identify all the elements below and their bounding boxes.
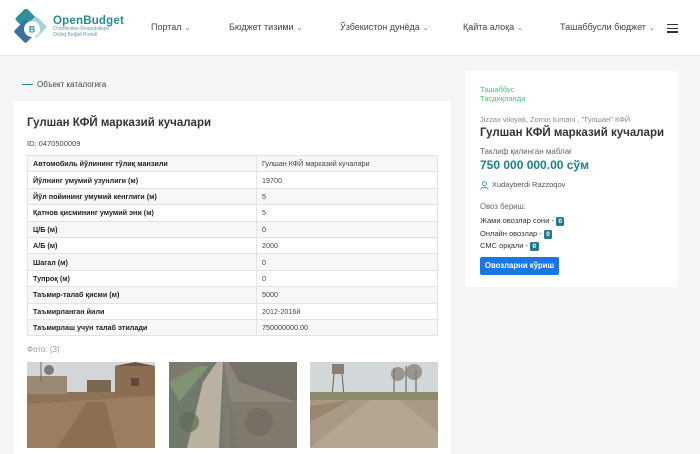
attr-key: А/Б (м) xyxy=(27,236,257,255)
breadcrumb-label: Объект каталогига xyxy=(37,80,107,89)
vote-row-online: Онлайн овозлар -0 xyxy=(480,229,553,239)
attr-key: Тупроқ (м) xyxy=(27,269,257,288)
table-row: Йўл пойининг умумий кенглиги (м) 5 xyxy=(27,187,438,206)
vote-label: СМС орқали - xyxy=(480,241,529,250)
vote-label: Онлайн овозлар - xyxy=(480,229,542,238)
nav-label: Ташаббусли бюджет xyxy=(560,22,646,32)
location-text: Jizzax viloyati, Zomin tumani , "Гулшан"… xyxy=(480,115,631,124)
amount-label: Таклиф қилинган маблағ xyxy=(480,147,573,156)
vote-row-total: Жами овозлар сони -0 xyxy=(480,216,565,226)
brand[interactable]: OpenBudget O'zbekiston Respublikasi Ochi… xyxy=(53,15,124,38)
attr-key: Автомобиль йўлининг тўлиқ манзили xyxy=(27,154,257,173)
chevron-down-icon: ⌄ xyxy=(648,25,655,32)
initiative-title: Гулшан КФЙ марказий кучалари xyxy=(480,127,665,139)
status-line-2: Тасдиқланди xyxy=(480,94,526,103)
status-line-1: Ташаббус xyxy=(480,85,515,94)
attr-key: Ц/Б (м) xyxy=(27,220,257,238)
table-row: Тупроқ (м) 0 xyxy=(27,269,438,288)
attr-value: 5 xyxy=(256,187,438,206)
attr-value: 750000000.00 xyxy=(256,318,438,337)
attr-key: Қатнов қисмининг умумий эни (м) xyxy=(27,204,257,222)
vote-row-sms: СМС орқали -0 xyxy=(480,241,539,251)
attr-value: Гулшан КФЙ марказий кучалари xyxy=(256,154,438,173)
author-name: Xudayberdi Razzoqov xyxy=(492,180,566,189)
chevron-down-icon: ⌄ xyxy=(184,25,191,32)
table-row: Таъмирланган йили 2012-2016й xyxy=(27,302,438,320)
chevron-down-icon: ⌄ xyxy=(296,25,303,32)
object-title: Гулшан КФЙ марказий кучалари xyxy=(27,117,212,129)
photo-thumbnail-1[interactable] xyxy=(27,362,155,448)
amount-value: 750 000 000.00 сўм xyxy=(480,158,589,172)
initiative-summary-card: Ташаббус Тасдиқланди Jizzax viloyati, Zo… xyxy=(465,71,678,287)
photo-thumbnail-2[interactable] xyxy=(169,362,297,448)
breadcrumb-line xyxy=(22,84,33,86)
table-row: Таъмир-талаб қисми (м) 5000 xyxy=(27,286,438,304)
view-votes-button[interactable]: Овозларни кўриш xyxy=(480,257,559,275)
nav-label: Портал xyxy=(151,22,182,32)
table-row: Қатнов қисмининг умумий эни (м) 5 xyxy=(27,204,438,222)
attr-key: Таъмир-талаб қисми (м) xyxy=(27,286,257,304)
attr-key: Таъмирлаш учун талаб этилади xyxy=(27,318,257,337)
table-row: Таъмирлаш учун талаб этилади 750000000.00 xyxy=(27,318,438,337)
chevron-down-icon: ⌄ xyxy=(517,25,523,32)
breadcrumb[interactable]: Объект каталогига xyxy=(22,80,106,89)
nav-uzbekistan-world[interactable]: Ўзбекистон дунёда ⌄ xyxy=(340,22,429,32)
object-card: Гулшан КФЙ марказий кучалари ID: 0470500… xyxy=(14,101,451,454)
photos-label: Фото: (3) xyxy=(27,345,60,354)
photo-thumbnail-3[interactable] xyxy=(310,362,438,448)
attr-key: Шагал (м) xyxy=(27,253,257,271)
attr-value: 2012-2016й xyxy=(256,302,438,320)
top-header: B OpenBudget O'zbekiston Respublikasi Oc… xyxy=(0,0,700,56)
attr-value: 0 xyxy=(256,269,438,288)
nav-label: Бюджет тизими xyxy=(229,22,294,32)
attr-value: 5000 xyxy=(256,286,438,304)
attr-value: 0 xyxy=(256,220,438,238)
nav-label: Ўзбекистон дунёда xyxy=(340,22,420,32)
status-badge: Ташаббус Тасдиқланди xyxy=(480,85,525,103)
object-id: ID: 0470500009 xyxy=(27,139,81,148)
table-row: Шагал (м) 0 xyxy=(27,253,438,271)
vote-label: Жами овозлар сони - xyxy=(480,216,554,225)
openbudget-logo-icon[interactable]: B xyxy=(12,9,50,47)
attr-key: Йўлнинг умумий узунлиги (м) xyxy=(27,171,257,189)
vote-count-badge: 0 xyxy=(555,217,565,226)
nav-feedback[interactable]: Қайта алоқа ⌄ xyxy=(463,22,523,32)
menu-icon[interactable] xyxy=(667,24,678,35)
table-row: А/Б (м) 2000 xyxy=(27,236,438,255)
vote-count-badge: 0 xyxy=(543,230,553,239)
attributes-table: Автомобиль йўлининг тўлиқ манзили Гулшан … xyxy=(27,154,438,337)
user-icon xyxy=(480,180,489,190)
chevron-down-icon: ⌄ xyxy=(422,25,429,32)
attr-value: 0 xyxy=(256,253,438,271)
author: Xudayberdi Razzoqov xyxy=(480,180,565,190)
votes-title: Овоз бериш: xyxy=(480,202,526,211)
attr-value: 5 xyxy=(256,204,438,222)
nav-portal[interactable]: Портал ⌄ xyxy=(151,22,190,32)
table-row: Йўлнинг умумий узунлиги (м) 19700 xyxy=(27,171,438,189)
nav-label: Қайта алоқа xyxy=(463,22,515,32)
table-row: Автомобиль йўлининг тўлиқ манзили Гулшан … xyxy=(27,154,438,173)
brand-subtitle-2: Ochiq Budjet Portali xyxy=(53,31,98,38)
vote-count-badge: 0 xyxy=(530,242,539,251)
attr-value: 19700 xyxy=(256,171,438,189)
svg-text:B: B xyxy=(29,25,36,35)
attr-key: Йўл пойининг умумий кенглиги (м) xyxy=(27,187,257,206)
nav-initiative-budget[interactable]: Ташаббусли бюджет ⌄ xyxy=(560,22,655,32)
attr-key: Таъмирланган йили xyxy=(27,302,257,320)
attr-value: 2000 xyxy=(256,236,438,255)
nav-budget-system[interactable]: Бюджет тизими ⌄ xyxy=(229,22,302,32)
table-row: Ц/Б (м) 0 xyxy=(27,220,438,238)
